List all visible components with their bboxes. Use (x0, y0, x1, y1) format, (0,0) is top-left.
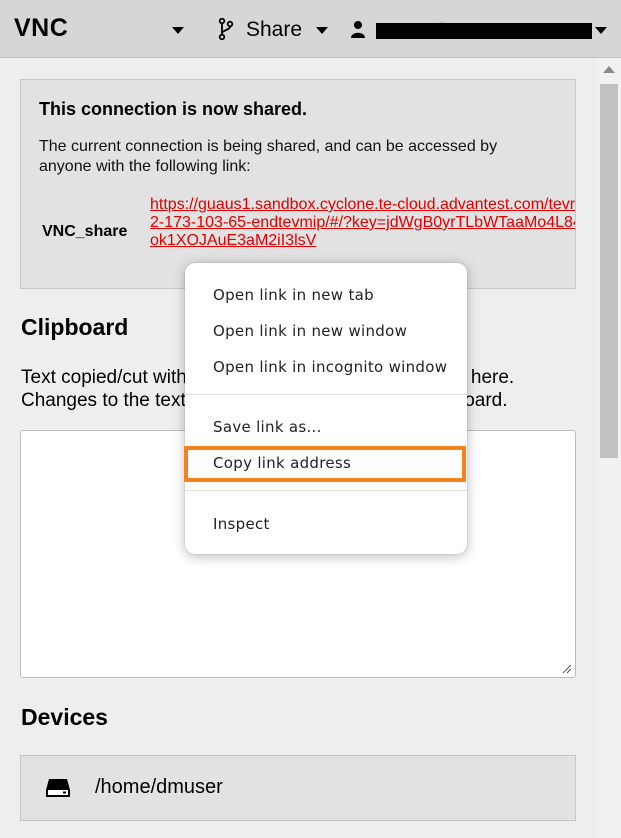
title-dropdown-chevron-down-icon[interactable] (172, 27, 184, 34)
context-menu: Open link in new tab Open link in new wi… (185, 263, 467, 554)
app-header: VNC Share g, (0, 0, 621, 58)
menu-item-open-incognito[interactable]: Open link in incognito window (185, 349, 467, 385)
share-branch-icon (218, 18, 234, 40)
share-chevron-down-icon[interactable] (316, 27, 328, 34)
share-menu[interactable]: Share (212, 14, 332, 44)
menu-item-save-link-as[interactable]: Save link as... (185, 409, 467, 445)
user-icon (351, 21, 365, 38)
share-name: VNC_share (42, 223, 128, 240)
clipboard-heading: Clipboard (21, 314, 129, 340)
user-chevron-down-icon[interactable] (595, 27, 607, 34)
resize-handle-icon[interactable] (562, 664, 572, 674)
share-link[interactable]: https://guaus1.sandbox.cyclone.te-cloud.… (150, 196, 575, 250)
share-notice-description: The current connection is being shared, … (39, 138, 498, 175)
highlight-annotation-box (184, 446, 466, 482)
scroll-up-arrow-icon[interactable] (603, 66, 615, 73)
share-label: Share (246, 18, 303, 41)
device-item[interactable]: /home/dmuser (20, 755, 576, 821)
device-label: /home/dmuser (95, 776, 223, 798)
scrollbar-thumb[interactable] (600, 84, 618, 458)
menu-item-open-new-tab[interactable]: Open link in new tab (185, 277, 467, 313)
drive-icon (46, 779, 70, 797)
devices-heading: Devices (21, 704, 108, 730)
menu-separator (185, 490, 467, 491)
user-name-redacted[interactable] (376, 23, 592, 39)
share-notice-title: This connection is now shared. (39, 99, 308, 119)
menu-item-open-new-window[interactable]: Open link in new window (185, 313, 467, 349)
share-notice-panel: This connection is now shared. The curre… (20, 79, 576, 289)
menu-item-inspect[interactable]: Inspect (185, 506, 467, 542)
app-title: VNC (14, 14, 69, 42)
menu-separator (185, 394, 467, 395)
